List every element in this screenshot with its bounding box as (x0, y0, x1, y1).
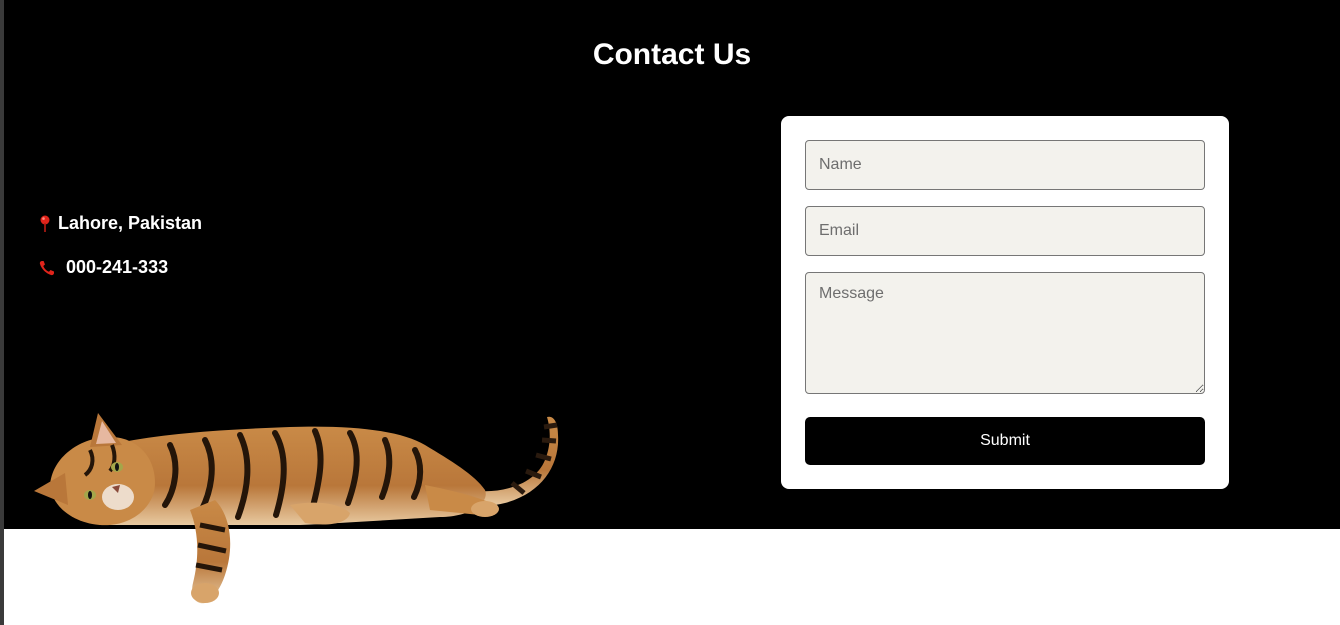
contact-form: Submit (781, 116, 1229, 489)
email-input[interactable] (805, 206, 1205, 256)
location-info: Lahore, Pakistan (38, 213, 202, 234)
map-pin-icon (38, 214, 52, 234)
page: Contact Us Lahore, Pakistan 000-241-333 (0, 0, 1340, 625)
phone-info: 000-241-333 (38, 257, 168, 278)
name-input[interactable] (805, 140, 1205, 190)
location-text: Lahore, Pakistan (58, 213, 203, 233)
phone-text: 000-241-333 (66, 257, 169, 277)
page-title: Contact Us (592, 38, 752, 71)
cat-illustration (34, 413, 559, 604)
message-textarea[interactable] (805, 272, 1205, 394)
phone-icon (38, 259, 58, 277)
submit-button[interactable]: Submit (805, 417, 1205, 465)
